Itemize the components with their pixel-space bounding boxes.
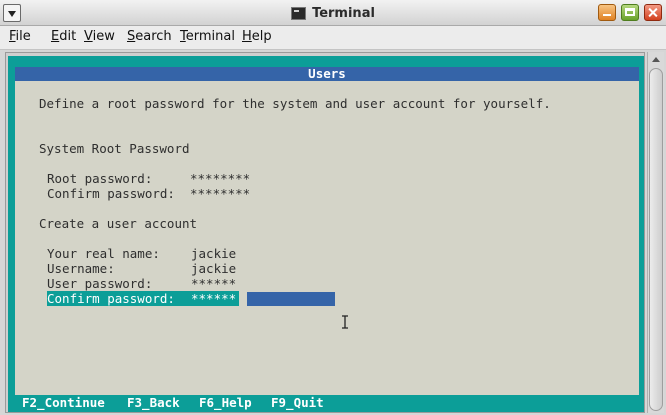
root-password-field[interactable]: ******** — [190, 171, 250, 186]
root-password-label: Root password: — [47, 171, 153, 186]
text-cursor-icon — [342, 315, 348, 329]
real-name-label: Your real name: — [47, 246, 160, 261]
root-confirm-password-field[interactable]: ******** — [190, 186, 250, 201]
f2-continue-key[interactable]: F2_Continue — [22, 395, 105, 410]
input-highlight-box[interactable] — [247, 292, 335, 306]
f6-help-key[interactable]: F6_Help — [199, 395, 252, 410]
menu-view[interactable]: View — [84, 29, 115, 44]
screen-content: Define a root password for the system an… — [15, 81, 639, 395]
real-name-field[interactable]: jackie — [191, 246, 236, 261]
menu-search[interactable]: Search — [127, 29, 172, 44]
terminal-icon — [291, 6, 307, 20]
maximize-icon[interactable] — [621, 4, 639, 21]
user-password-field[interactable]: ****** — [191, 276, 236, 291]
scroll-thumb[interactable] — [649, 68, 663, 411]
f9-quit-key[interactable]: F9_Quit — [271, 395, 324, 410]
menu-help[interactable]: Help — [242, 29, 272, 44]
user-confirm-password-label: Confirm password: — [47, 291, 189, 306]
window-title: Terminal — [312, 5, 375, 21]
user-section-title: Create a user account — [39, 216, 198, 231]
user-password-label: User password: — [47, 276, 153, 291]
menu-file[interactable]: File — [9, 29, 31, 44]
function-key-bar: F2_Continue F3_Back F6_Help F9_Quit — [8, 395, 644, 412]
intro-text: Define a root password for the system an… — [39, 96, 551, 111]
username-field[interactable]: jackie — [191, 261, 236, 276]
terminal-screen[interactable]: Users Define a root password for the sys… — [8, 56, 644, 412]
close-icon[interactable] — [644, 4, 662, 21]
window-titlebar[interactable]: Terminal — [0, 0, 666, 26]
minimize-icon[interactable] — [598, 4, 616, 21]
username-label: Username: — [47, 261, 115, 276]
menu-edit[interactable]: Edit — [51, 29, 76, 44]
window-title-group: Terminal — [0, 0, 666, 26]
root-confirm-password-label: Confirm password: — [47, 186, 175, 201]
screen-header: Users — [15, 67, 639, 81]
vertical-scrollbar[interactable] — [647, 52, 664, 413]
f3-back-key[interactable]: F3_Back — [127, 395, 180, 410]
menu-terminal[interactable]: Terminal — [180, 29, 235, 44]
scroll-up-arrow-icon[interactable] — [649, 53, 663, 67]
root-section-title: System Root Password — [39, 141, 190, 156]
menu-bar: File Edit View Search Terminal Help — [0, 26, 666, 50]
user-confirm-password-field[interactable]: ****** — [189, 291, 239, 306]
